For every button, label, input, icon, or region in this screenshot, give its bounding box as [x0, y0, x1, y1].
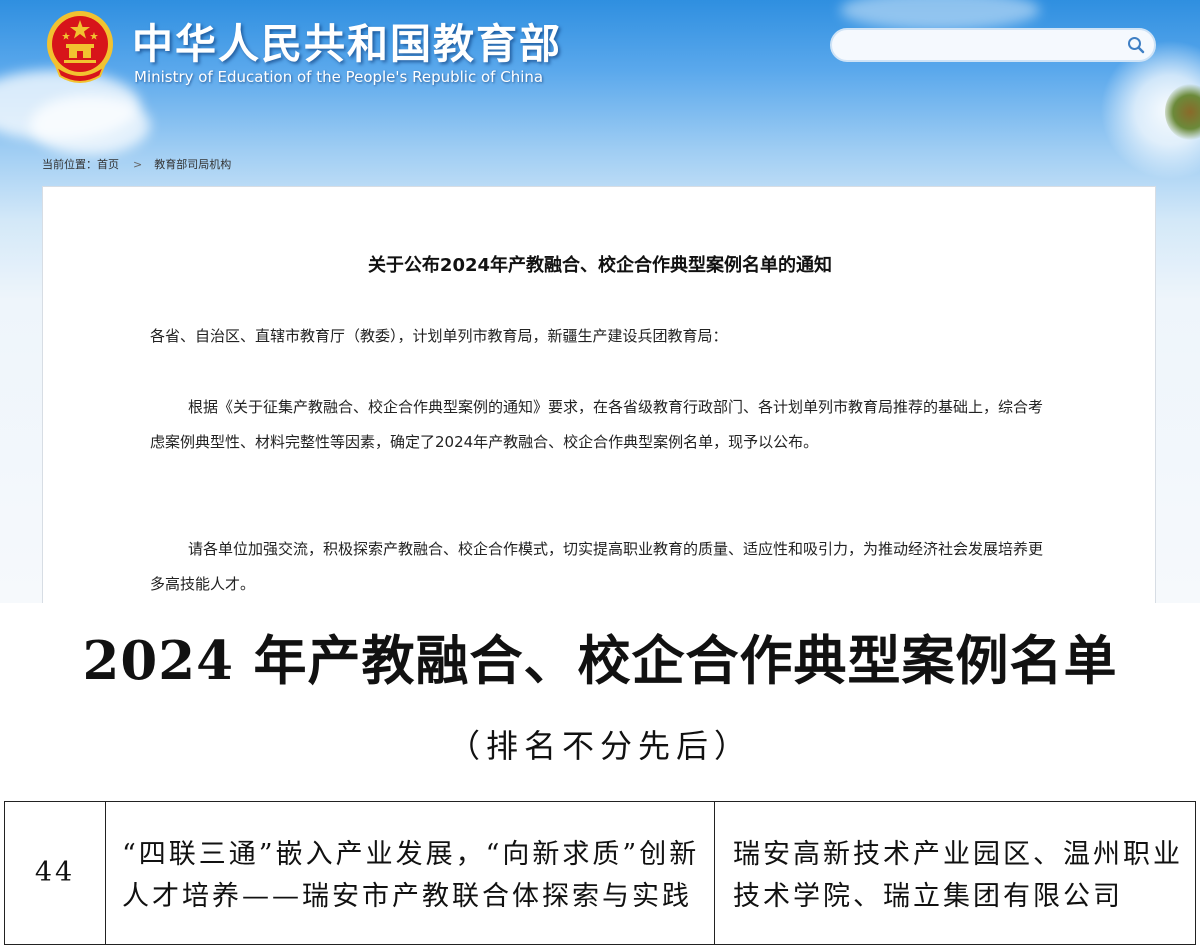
national-emblem-icon	[47, 11, 113, 83]
cloud-decoration	[30, 95, 150, 155]
notice-content-panel: 关于公布2024年产教融合、校企合作典型案例名单的通知 各省、自治区、直辖市教育…	[42, 186, 1156, 603]
notice-paragraph: 根据《关于征集产教融合、校企合作典型案例的通知》要求，在各省级教育行政部门、各计…	[150, 398, 1044, 451]
notice-paragraph: 请各单位加强交流，积极探索产教融合、校企合作模式，切实提高职业教育的质量、适应性…	[150, 540, 1044, 593]
breadcrumb-prefix: 当前位置：	[42, 158, 97, 171]
notice-title: 关于公布2024年产教融合、校企合作典型案例名单的通知	[367, 255, 833, 276]
breadcrumb-separator: >	[133, 158, 143, 171]
search-icon[interactable]	[1126, 35, 1146, 55]
case-units-cell: 瑞安高新技术产业园区、温州职业技术学院、瑞立集团有限公司	[714, 801, 1196, 945]
case-list-document: 2024 年产教融合、校企合作典型案例名单 （排名不分先后） 44 “四联三通”…	[0, 603, 1200, 945]
search-box[interactable]	[830, 28, 1156, 62]
case-number-cell: 44	[4, 801, 106, 945]
table-row: 44 “四联三通”嵌入产业发展，“向新求质”创新人才培养——瑞安市产教联合体探索…	[4, 801, 1196, 945]
breadcrumb-section-link[interactable]: 教育部司局机构	[154, 156, 231, 172]
case-table: 44 “四联三通”嵌入产业发展，“向新求质”创新人才培养——瑞安市产教联合体探索…	[4, 801, 1196, 945]
breadcrumb: 当前位置：首页 > 教育部司局机构	[42, 156, 231, 172]
case-name-cell: “四联三通”嵌入产业发展，“向新求质”创新人才培养——瑞安市产教联合体探索与实践	[105, 801, 715, 945]
notice-salutation: 各省、自治区、直辖市教育厅（教委），计划单列市教育局，新疆生产建设兵团教育局：	[150, 327, 728, 345]
search-input[interactable]	[846, 34, 1120, 58]
document-title: 2024 年产教融合、校企合作典型案例名单	[82, 630, 1118, 692]
site-title-english: Ministry of Education of the People's Re…	[134, 68, 544, 86]
site-title-chinese: 中华人民共和国教育部	[132, 20, 562, 68]
cloud-decoration	[840, 0, 1040, 30]
ministry-web-page: 中华人民共和国教育部 Ministry of Education of the …	[0, 0, 1200, 603]
document-subtitle: （排名不分先后）	[447, 727, 752, 765]
breadcrumb-home-link[interactable]: 首页	[97, 156, 119, 172]
